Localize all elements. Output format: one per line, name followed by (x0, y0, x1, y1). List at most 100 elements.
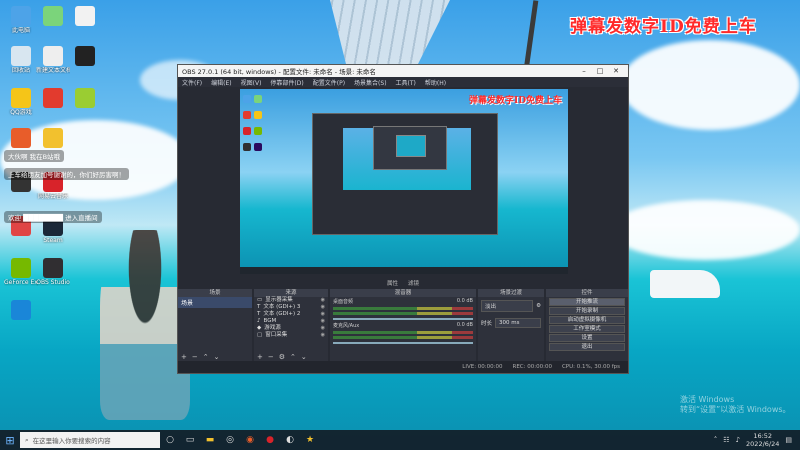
source-item[interactable]: ▭ 显示器采集 ◉ (254, 297, 328, 304)
volume-icon[interactable]: ♪ (736, 436, 740, 444)
desktop-icon[interactable] (36, 128, 70, 149)
menu-profile[interactable]: 配置文件(P) (313, 78, 345, 87)
obs-titlebar[interactable]: OBS 27.0.1 (64 bit, windows) - 配置文件: 未命名… (178, 65, 628, 77)
cpu-status: CPU: 0.1%, 30.00 fps (561, 364, 620, 370)
danmaku-line: 上车给朋友加号谢谢的，你们好厉害啊！ (4, 168, 129, 180)
filters-button[interactable]: 滤镜 (408, 279, 419, 288)
menu-view[interactable]: 视图(V) (241, 78, 262, 87)
app-icon (43, 128, 63, 148)
source-label: 窗口采集 (265, 332, 288, 338)
studio-mode-button[interactable]: 工作室模式 (549, 325, 625, 333)
desktop-icon[interactable]: 此电脑 (4, 6, 38, 34)
add-icon[interactable]: + (257, 353, 263, 361)
gear-icon[interactable]: ⚙ (536, 303, 541, 309)
start-icon[interactable]: ⊞ (0, 434, 20, 447)
virtual-camera-button[interactable]: 启动虚拟摄像机 (549, 316, 625, 324)
desktop-icon[interactable]: GeForce Experience (4, 258, 38, 286)
gear-icon[interactable]: ⚙ (279, 353, 285, 361)
network-icon[interactable]: ☷ (723, 436, 729, 444)
cortana-icon[interactable]: ○ (160, 430, 180, 450)
remove-icon[interactable]: − (192, 353, 198, 361)
move-down-icon[interactable]: ⌄ (214, 353, 220, 361)
source-item[interactable]: ♪ BGM ◉ (254, 318, 328, 325)
visibility-icon[interactable]: ◉ (321, 325, 325, 332)
app-icon (43, 258, 63, 278)
add-icon[interactable]: + (181, 353, 187, 361)
transitions-dock: 场景过渡 淡出 ⚙ 时长 300 ms (478, 289, 544, 361)
settings-button[interactable]: 设置 (549, 334, 625, 342)
desktop-icon[interactable] (36, 6, 70, 27)
remove-icon[interactable]: − (268, 353, 274, 361)
visibility-icon[interactable]: ◉ (321, 318, 325, 325)
source-item[interactable]: T 文本 (GDI+) 3 ◉ (254, 304, 328, 311)
menu-file[interactable]: 文件(F) (182, 78, 202, 87)
menu-edit[interactable]: 编辑(E) (211, 78, 231, 87)
desktop-icon[interactable] (68, 88, 102, 109)
source-item[interactable]: ▢ 窗口采集 ◉ (254, 332, 328, 339)
desktop-icon[interactable]: QQ游戏 (4, 88, 38, 116)
transition-type-row: 淡出 ⚙ (478, 297, 544, 315)
desktop-icon[interactable]: OBS Studio (36, 258, 70, 286)
duration-input[interactable]: 300 ms (495, 318, 541, 328)
visibility-icon[interactable]: ◉ (321, 332, 325, 339)
move-down-icon[interactable]: ⌄ (301, 353, 307, 361)
source-label: 显示器采集 (265, 297, 293, 303)
star-taskbar-icon[interactable]: ★ (300, 430, 320, 450)
watermark-line: 转到“设置”以激活 Windows。 (680, 405, 791, 414)
nested-obs-preview (312, 113, 498, 235)
menu-docks[interactable]: 停靠部件(D) (270, 78, 303, 87)
duration-label: 时长 (481, 321, 493, 327)
move-up-icon[interactable]: ⌃ (290, 353, 296, 361)
desktop-icon[interactable]: 回收站 (4, 46, 38, 74)
chevron-up-icon[interactable]: ˄ (714, 436, 718, 444)
search-box[interactable]: ⌕ 在这里输入你要搜索的内容 (20, 432, 160, 448)
move-up-icon[interactable]: ⌃ (203, 353, 209, 361)
obs-window[interactable]: OBS 27.0.1 (64 bit, windows) - 配置文件: 未命名… (177, 64, 629, 374)
steam-taskbar-icon[interactable]: ◐ (280, 430, 300, 450)
desktop-icon[interactable] (36, 88, 70, 109)
source-label: 文本 (GDI+) 2 (263, 311, 301, 317)
obs-preview[interactable]: 弹幕发数字ID免费上车 (240, 89, 568, 274)
desktop-icon[interactable]: 新建文本文档 (36, 46, 70, 74)
desktop-icon[interactable] (68, 46, 102, 67)
properties-button[interactable]: 属性 (387, 279, 398, 288)
desktop-icon-label: 此电脑 (11, 27, 30, 34)
menu-help[interactable]: 帮助(H) (425, 78, 446, 87)
desktop-icon[interactable] (68, 6, 102, 27)
mixer-title: 混音器 (330, 289, 476, 297)
desktop-icon-label: OBS Studio (36, 279, 70, 286)
menu-tools[interactable]: 工具(T) (396, 78, 416, 87)
desktop-icon-label: GeForce Experience (4, 279, 38, 286)
visibility-icon[interactable]: ◉ (321, 304, 325, 311)
clock[interactable]: 16:52 2022/6/24 (746, 432, 779, 448)
volume-slider[interactable] (333, 342, 473, 344)
app-icon (11, 258, 31, 278)
start-streaming-button[interactable]: 开始推流 (549, 298, 625, 306)
notification-icon[interactable]: ▤ (785, 436, 792, 444)
maximize-icon[interactable]: □ (592, 67, 608, 75)
netease-music-taskbar-icon[interactable]: ● (260, 430, 280, 450)
visibility-icon[interactable]: ◉ (321, 311, 325, 318)
volume-slider[interactable] (333, 318, 473, 320)
exit-button[interactable]: 退出 (549, 343, 625, 351)
source-item[interactable]: T 文本 (GDI+) 2 ◉ (254, 311, 328, 318)
start-recording-button[interactable]: 开始录制 (549, 307, 625, 315)
obs-taskbar-icon[interactable]: ◎ (220, 430, 240, 450)
close-icon[interactable]: ✕ (608, 67, 624, 75)
visibility-icon[interactable]: ◉ (321, 297, 325, 304)
menu-scene-collection[interactable]: 场景集合(S) (354, 78, 387, 87)
desktop-icon-label: Steam (43, 237, 63, 244)
app-taskbar-icon[interactable]: ◉ (240, 430, 260, 450)
task-view-icon[interactable]: ▭ (180, 430, 200, 450)
scene-item[interactable]: 场景 (178, 297, 252, 308)
app-icon (43, 46, 63, 66)
desktop-icon[interactable] (4, 300, 38, 321)
transition-select[interactable]: 淡出 (481, 300, 534, 312)
nested-obs-window (373, 126, 447, 170)
file-explorer-icon[interactable]: ▬ (200, 430, 220, 450)
minimize-icon[interactable]: – (576, 67, 592, 75)
desktop-icon[interactable] (4, 128, 38, 149)
system-tray: ˄ ☷ ♪ 16:52 2022/6/24 ▤ (714, 432, 800, 448)
app-icon (11, 88, 31, 108)
source-item[interactable]: ◆ 游戏源 ◉ (254, 325, 328, 332)
